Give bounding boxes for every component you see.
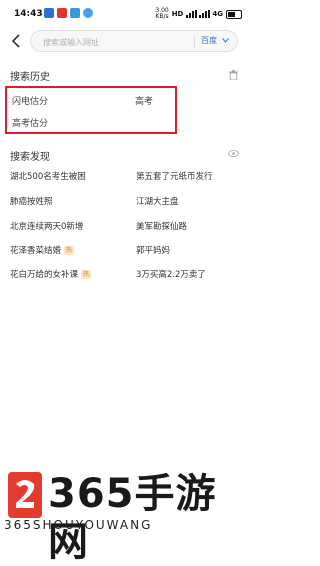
notification-app-icon xyxy=(83,8,93,18)
discover-item[interactable]: 郭平妈妈 xyxy=(136,244,170,256)
hot-badge: 热 xyxy=(64,245,75,255)
discover-item[interactable]: 第五套了元纸币发行 xyxy=(136,170,213,182)
status-time: 14:43 xyxy=(14,9,43,19)
net-speed: 3.00 KB/s xyxy=(155,7,169,20)
battery-icon xyxy=(226,9,242,19)
discover-item[interactable]: 花泽香菜结婚 热 xyxy=(10,244,75,256)
notification-icons xyxy=(44,8,93,18)
hot-badge: 热 xyxy=(81,269,92,279)
chevron-down-icon xyxy=(221,38,229,43)
search-row: 百度 xyxy=(0,28,250,54)
search-engine-button[interactable]: 百度 xyxy=(201,35,229,46)
status-bar: 14:43 3.00 KB/s HD 4G xyxy=(0,0,250,28)
signal-icon xyxy=(186,10,198,18)
history-item[interactable]: 高考 xyxy=(135,94,153,107)
network-hd-label: HD xyxy=(171,10,184,18)
notification-app-icon xyxy=(44,8,54,18)
trash-icon[interactable] xyxy=(229,70,238,80)
notification-app-icon xyxy=(57,8,67,18)
discover-item[interactable]: 北京连续两天0新增 xyxy=(10,220,83,232)
search-box[interactable]: 百度 xyxy=(30,30,238,52)
discover-item[interactable]: 湖北500名考生被困 xyxy=(10,170,86,182)
discover-title: 搜索发现 xyxy=(10,152,50,163)
history-highlight-box: 闪电估分 高考 高考估分 xyxy=(5,86,177,134)
back-button[interactable] xyxy=(8,32,24,50)
discover-item[interactable]: 3万买高2.2万卖了 xyxy=(136,268,206,280)
network-type-label: 4G xyxy=(212,10,223,18)
365-logo-icon xyxy=(8,472,42,518)
history-item[interactable]: 闪电估分 xyxy=(12,94,48,107)
discover-item[interactable]: 花白万给的女补课 热 xyxy=(10,268,92,280)
eye-icon[interactable] xyxy=(228,150,239,157)
history-title: 搜索历史 xyxy=(10,72,50,83)
discover-item[interactable]: 美军勘探仙路 xyxy=(136,220,187,232)
search-divider xyxy=(194,36,195,47)
notification-app-icon xyxy=(70,8,80,18)
signal-icon xyxy=(199,10,211,18)
status-right: 3.00 KB/s HD 4G xyxy=(155,8,242,20)
watermark-subtitle: 365SHOUYOUWANG xyxy=(4,518,153,532)
chevron-left-icon xyxy=(11,34,20,48)
history-item[interactable]: 高考估分 xyxy=(12,116,48,129)
watermark: 365手游网 365SHOUYOUWANG xyxy=(0,468,250,565)
search-input[interactable] xyxy=(41,33,185,51)
discover-item[interactable]: 肺癌按姓照 xyxy=(10,195,53,207)
discover-item[interactable]: 江湖大主盘 xyxy=(136,195,179,207)
